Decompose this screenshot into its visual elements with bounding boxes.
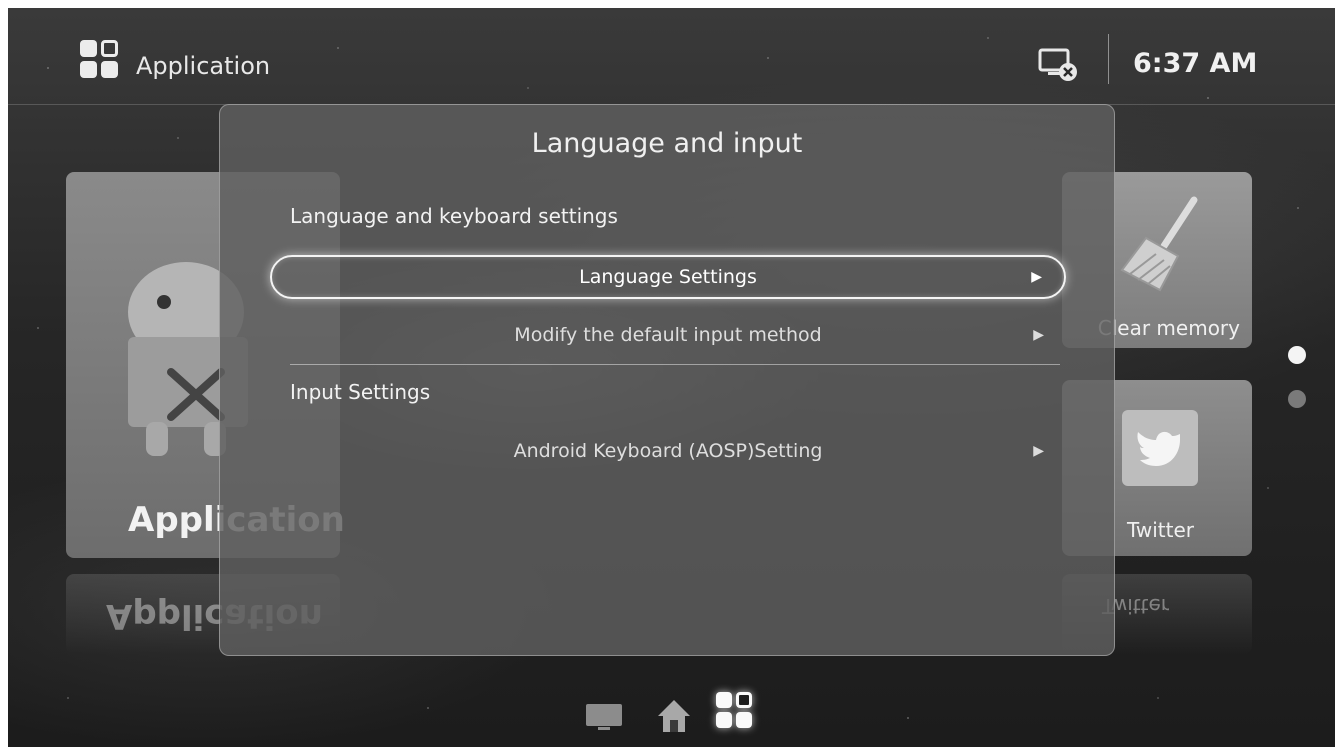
chevron-right-icon: ▶ (1033, 443, 1044, 459)
tv-launcher-screen: Application 6:37 AM Application Clear me… (8, 8, 1335, 747)
page-title: Application (136, 52, 271, 80)
twitter-icon (1122, 410, 1198, 486)
no-network-icon (1038, 48, 1077, 81)
language-input-dialog: Language and input Language and keyboard… (219, 104, 1115, 656)
top-bar: Application 6:37 AM (8, 8, 1335, 105)
tile-clear-memory-label: Clear memory (1097, 316, 1240, 340)
app-grid-icon (80, 40, 120, 80)
tv-icon[interactable] (584, 702, 624, 732)
top-bar-divider (1108, 34, 1109, 84)
option-android-keyboard-aosp[interactable]: Android Keyboard (AOSP)Setting ▶ (270, 429, 1066, 473)
chevron-right-icon: ▶ (1033, 327, 1044, 343)
option-label: Language Settings (579, 266, 757, 288)
option-label: Android Keyboard (AOSP)Setting (513, 440, 823, 462)
clock: 6:37 AM (1133, 48, 1258, 79)
home-icon[interactable] (654, 696, 694, 736)
option-label: Modify the default input method (514, 324, 822, 346)
dialog-divider (290, 364, 1060, 365)
broom-icon (1120, 196, 1198, 292)
option-modify-input-method[interactable]: Modify the default input method ▶ (270, 313, 1066, 357)
tile-twitter-label: Twitter (1126, 518, 1194, 542)
chevron-right-icon: ▶ (1031, 269, 1042, 285)
option-language-settings[interactable]: Language Settings ▶ (270, 255, 1066, 299)
section-header-input-settings: Input Settings (290, 380, 431, 404)
apps-grid-icon[interactable] (716, 692, 756, 732)
page-dot[interactable] (1288, 390, 1306, 408)
page-dot-active[interactable] (1288, 346, 1306, 364)
dialog-title: Language and input (531, 128, 803, 159)
section-header-language-keyboard: Language and keyboard settings (290, 204, 618, 228)
